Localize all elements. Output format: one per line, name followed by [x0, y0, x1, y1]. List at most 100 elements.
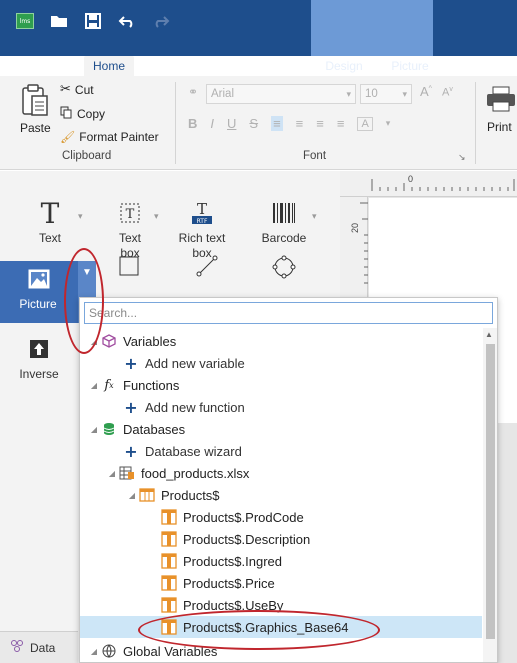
font-size-value: 10: [365, 88, 378, 100]
save-icon[interactable]: [82, 10, 104, 32]
text-tool-icon: T: [40, 196, 60, 230]
justify-icon[interactable]: ≡: [337, 116, 345, 131]
field-table-icon: [160, 619, 178, 635]
chevron-down-icon[interactable]: ▾: [78, 211, 83, 222]
data-panel-tab-label: Data: [30, 640, 56, 655]
field-label: Products$.Graphics_Base64: [183, 619, 349, 635]
grow-font-button[interactable]: A^: [420, 84, 432, 99]
expand-triangle-icon[interactable]: ◢: [126, 491, 138, 500]
field-item[interactable]: Products$.Description: [80, 528, 482, 550]
tool-rich-text-box[interactable]: T RTF Rich text box: [176, 199, 228, 261]
shrink-font-button[interactable]: Av: [442, 86, 453, 99]
field-table-icon: [160, 509, 178, 525]
tool-text[interactable]: T Text: [30, 199, 70, 246]
ellipse-tool-icon[interactable]: [272, 255, 296, 282]
font-color-icon[interactable]: A: [357, 116, 373, 131]
data-panel-tab[interactable]: Data: [0, 631, 78, 663]
tool-barcode-label: Barcode: [261, 231, 307, 245]
italic-icon[interactable]: I: [210, 116, 214, 131]
data-source-tree: ◢ Variables + Add new variable ◢ fx Func…: [80, 328, 482, 663]
chevron-down-icon: ▼: [82, 267, 92, 278]
tree-node-label: Add new function: [145, 399, 245, 415]
expand-triangle-icon[interactable]: ◢: [88, 425, 100, 434]
field-item-selected[interactable]: Products$.Graphics_Base64: [80, 616, 482, 638]
undo-icon[interactable]: [116, 10, 138, 32]
redo-icon[interactable]: [150, 10, 172, 32]
plus-icon: +: [124, 353, 138, 373]
rectangle-tool-icon[interactable]: [118, 255, 140, 280]
field-label: Products$.Description: [183, 531, 311, 547]
tab-view[interactable]: View: [210, 56, 246, 76]
excel-file-icon: [118, 465, 136, 481]
tab-home[interactable]: Home: [84, 56, 134, 76]
print-button[interactable]: Print: [487, 120, 512, 134]
align-center-icon[interactable]: ≡: [296, 116, 304, 131]
database-icon: [100, 421, 118, 437]
tab-help[interactable]: Help: [265, 56, 299, 76]
format-painter-label: Format Painter: [79, 130, 159, 144]
format-painter-button[interactable]: 🖌 Format Painter: [60, 130, 159, 144]
scroll-up-icon[interactable]: ▲: [485, 330, 493, 339]
tree-node-table[interactable]: ◢ Products$: [80, 484, 482, 506]
scrollbar-thumb[interactable]: [486, 344, 495, 639]
add-new-function-item[interactable]: + Add new function: [80, 396, 482, 418]
expand-triangle-icon[interactable]: ◢: [88, 381, 100, 390]
field-item[interactable]: Products$.UseBy: [80, 594, 482, 616]
font-size-select[interactable]: 10 ▾: [360, 84, 412, 104]
tab-design[interactable]: Design: [319, 56, 369, 76]
field-label: Products$.Price: [183, 575, 275, 591]
cut-label: Cut: [74, 82, 94, 97]
search-input[interactable]: [84, 302, 493, 324]
font-format-buttons: B I U S ≡ ≡ ≡ ≡ A ▾: [188, 116, 390, 131]
tool-text-box[interactable]: T Text box: [108, 199, 152, 261]
field-item[interactable]: Products$.Price: [80, 572, 482, 594]
bold-icon[interactable]: B: [188, 116, 197, 131]
align-right-icon[interactable]: ≡: [316, 116, 324, 131]
chevron-down-icon[interactable]: ▾: [312, 211, 317, 222]
tree-node-global-variables[interactable]: ◢ Global Variables: [80, 640, 482, 662]
field-item[interactable]: Products$.Ingred: [80, 550, 482, 572]
data-source-dropdown: ◢ Variables + Add new variable ◢ fx Func…: [79, 297, 498, 663]
add-new-variable-item[interactable]: + Add new variable: [80, 352, 482, 374]
chevron-down-icon: ▾: [402, 89, 407, 99]
printer-icon[interactable]: [486, 86, 516, 115]
font-family-select[interactable]: Arial ▾: [206, 84, 356, 104]
line-tool-icon[interactable]: [196, 255, 218, 280]
data-sources-icon: [10, 639, 24, 656]
tool-picture[interactable]: Picture ▼: [0, 261, 96, 323]
tree-node-variables[interactable]: ◢ Variables: [80, 330, 482, 352]
database-wizard-item[interactable]: + Database wizard: [80, 440, 482, 462]
global-variables-icon: [100, 643, 118, 659]
expand-triangle-icon[interactable]: ◢: [88, 647, 100, 656]
field-item[interactable]: Products$.ProdCode: [80, 506, 482, 528]
copy-button[interactable]: Copy: [60, 106, 105, 122]
open-folder-icon[interactable]: [48, 10, 70, 32]
vertical-scrollbar[interactable]: ▲: [483, 328, 497, 662]
tab-data[interactable]: Data: [155, 56, 191, 76]
chevron-down-icon[interactable]: ▾: [386, 118, 391, 129]
plus-icon: +: [124, 397, 138, 417]
tree-node-functions[interactable]: ◢ fx Functions: [80, 374, 482, 396]
paste-icon[interactable]: [20, 84, 54, 118]
align-left-icon[interactable]: ≡: [271, 116, 283, 131]
font-dialog-launcher[interactable]: ↘: [458, 152, 466, 163]
field-label: Products$.Ingred: [183, 553, 283, 569]
tool-inverse[interactable]: Inverse: [16, 335, 62, 382]
font-group-label: Font: [303, 150, 327, 162]
tab-file[interactable]: File: [30, 56, 64, 76]
svg-text:T: T: [126, 207, 135, 222]
tree-node-databases[interactable]: ◢ Databases: [80, 418, 482, 440]
function-fx-icon: fx: [104, 377, 114, 393]
ribbon-separator: [475, 82, 476, 164]
chevron-down-icon[interactable]: ▾: [154, 211, 159, 222]
tab-picture[interactable]: Picture: [385, 56, 435, 76]
expand-triangle-icon[interactable]: ◢: [106, 469, 118, 478]
paste-button[interactable]: Paste: [20, 121, 51, 135]
underline-icon[interactable]: U: [227, 116, 236, 131]
expand-triangle-icon[interactable]: ◢: [88, 337, 100, 346]
tool-barcode[interactable]: Barcode: [256, 199, 312, 246]
strikethrough-icon[interactable]: S: [249, 116, 258, 131]
cut-button[interactable]: ✂ Cut: [60, 82, 94, 97]
tree-node-database-file[interactable]: ◢ food_products.xlsx: [80, 462, 482, 484]
ruler-left-mark: 20: [350, 222, 361, 234]
